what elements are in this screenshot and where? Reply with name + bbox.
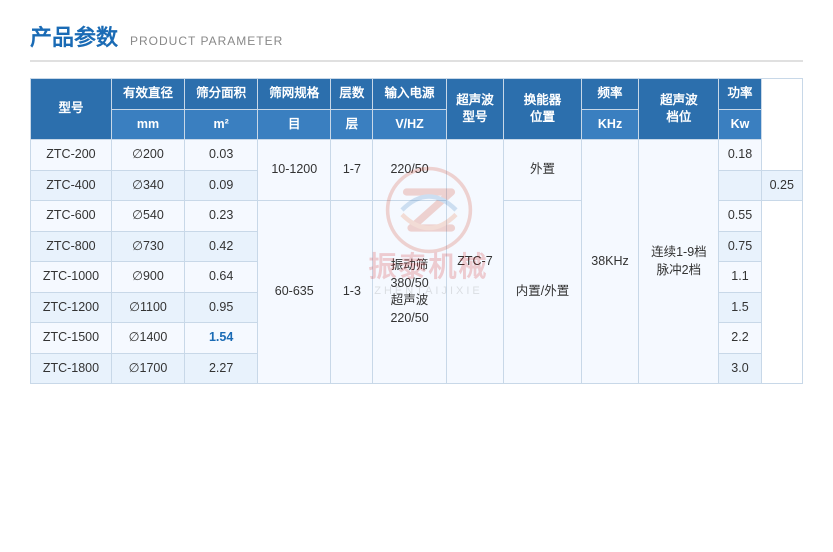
page-title-en: PRODUCT PARAMETER: [130, 34, 283, 48]
page-title-cn: 产品参数: [30, 20, 118, 52]
col-unit-layers: 层: [331, 109, 373, 140]
table-container: 振泰机械 ZHENTAIJIXIE 型号 有效直径 筛分面积 筛网规格 层数 输…: [30, 78, 803, 384]
col-header-model: 型号: [31, 79, 112, 140]
cell-mesh-spec-2: 60-635: [258, 201, 331, 384]
cell-power-kw: 0.75: [719, 231, 761, 262]
cell-area: 0.42: [185, 231, 258, 262]
cell-model: ZTC-1000: [31, 262, 112, 293]
page-title-area: 产品参数 PRODUCT PARAMETER: [30, 20, 803, 62]
cell-power-kw: 0.55: [719, 201, 761, 232]
col-header-area: 筛分面积: [185, 79, 258, 110]
cell-layers-2: 1-3: [331, 201, 373, 384]
col-header-power-input: 输入电源: [373, 79, 446, 110]
cell-model: ZTC-1500: [31, 323, 112, 354]
cell-area: 0.09: [185, 170, 258, 201]
cell-area: 0.23: [185, 201, 258, 232]
header-row-1: 型号 有效直径 筛分面积 筛网规格 层数 输入电源 超声波型号 换能器位置 频率…: [31, 79, 803, 110]
col-header-power-kw: 功率: [719, 79, 761, 110]
cell-layers-1: 1-7: [331, 140, 373, 201]
cell-power-kw: 1.5: [719, 292, 761, 323]
cell-ultrasonic-model: ZTC-7: [446, 140, 504, 384]
cell-power-kw: 0.18: [719, 140, 761, 171]
col-unit-kw: Kw: [719, 109, 761, 140]
col-header-mesh: 筛网规格: [258, 79, 331, 110]
cell-area: 1.54: [185, 323, 258, 354]
cell-dang-wei: 连续1-9档 脉冲2档: [639, 140, 719, 384]
cell-mesh-spec-1: 10-1200: [258, 140, 331, 201]
cell-area: 0.03: [185, 140, 258, 171]
table-row: ZTC-200 ∅200 0.03 10-1200 1-7 220/50 ZTC…: [31, 140, 803, 171]
cell-power-kw: 1.1: [719, 262, 761, 293]
cell-freq: 38KHz: [581, 140, 639, 384]
cell-model: ZTC-1800: [31, 353, 112, 384]
cell-power-kw: 0.25: [761, 170, 802, 201]
cell-power-input-2: 振动筛 380/50 超声波 220/50: [373, 201, 446, 384]
cell-model: ZTC-1200: [31, 292, 112, 323]
col-header-transducer-pos: 换能器位置: [504, 79, 581, 140]
cell-diameter: ∅200: [111, 140, 184, 171]
product-param-table: 型号 有效直径 筛分面积 筛网规格 层数 输入电源 超声波型号 换能器位置 频率…: [30, 78, 803, 384]
cell-transducer-3: 内置/外置: [504, 201, 581, 384]
col-unit-mesh: 目: [258, 109, 331, 140]
cell-area: 0.64: [185, 262, 258, 293]
col-header-layers: 层数: [331, 79, 373, 110]
cell-diameter: ∅730: [111, 231, 184, 262]
col-unit-mm: mm: [111, 109, 184, 140]
col-header-diameter: 有效直径: [111, 79, 184, 110]
col-unit-m2: m²: [185, 109, 258, 140]
cell-diameter: ∅900: [111, 262, 184, 293]
col-unit-khz: KHz: [581, 109, 639, 140]
col-header-档位: 超声波档位: [639, 79, 719, 140]
cell-area: 0.95: [185, 292, 258, 323]
cell-area: 2.27: [185, 353, 258, 384]
cell-model: ZTC-800: [31, 231, 112, 262]
page-wrapper: 产品参数 PRODUCT PARAMETER 振泰机械 ZHENTAIJIXIE…: [0, 0, 833, 552]
cell-power-kw: 3.0: [719, 353, 761, 384]
cell-model: ZTC-400: [31, 170, 112, 201]
cell-model: ZTC-600: [31, 201, 112, 232]
col-header-freq: 频率: [581, 79, 639, 110]
cell-diameter: ∅540: [111, 201, 184, 232]
cell-diameter: ∅1700: [111, 353, 184, 384]
cell-diameter: ∅1100: [111, 292, 184, 323]
col-header-ultrasonic-model: 超声波型号: [446, 79, 504, 140]
cell-transducer-2: [719, 170, 761, 201]
cell-diameter: ∅1400: [111, 323, 184, 354]
cell-transducer-1: 外置: [504, 140, 581, 201]
cell-model: ZTC-200: [31, 140, 112, 171]
cell-power-input-1: 220/50: [373, 140, 446, 201]
cell-power-kw: 2.2: [719, 323, 761, 354]
col-unit-vhz: V/HZ: [373, 109, 446, 140]
cell-diameter: ∅340: [111, 170, 184, 201]
